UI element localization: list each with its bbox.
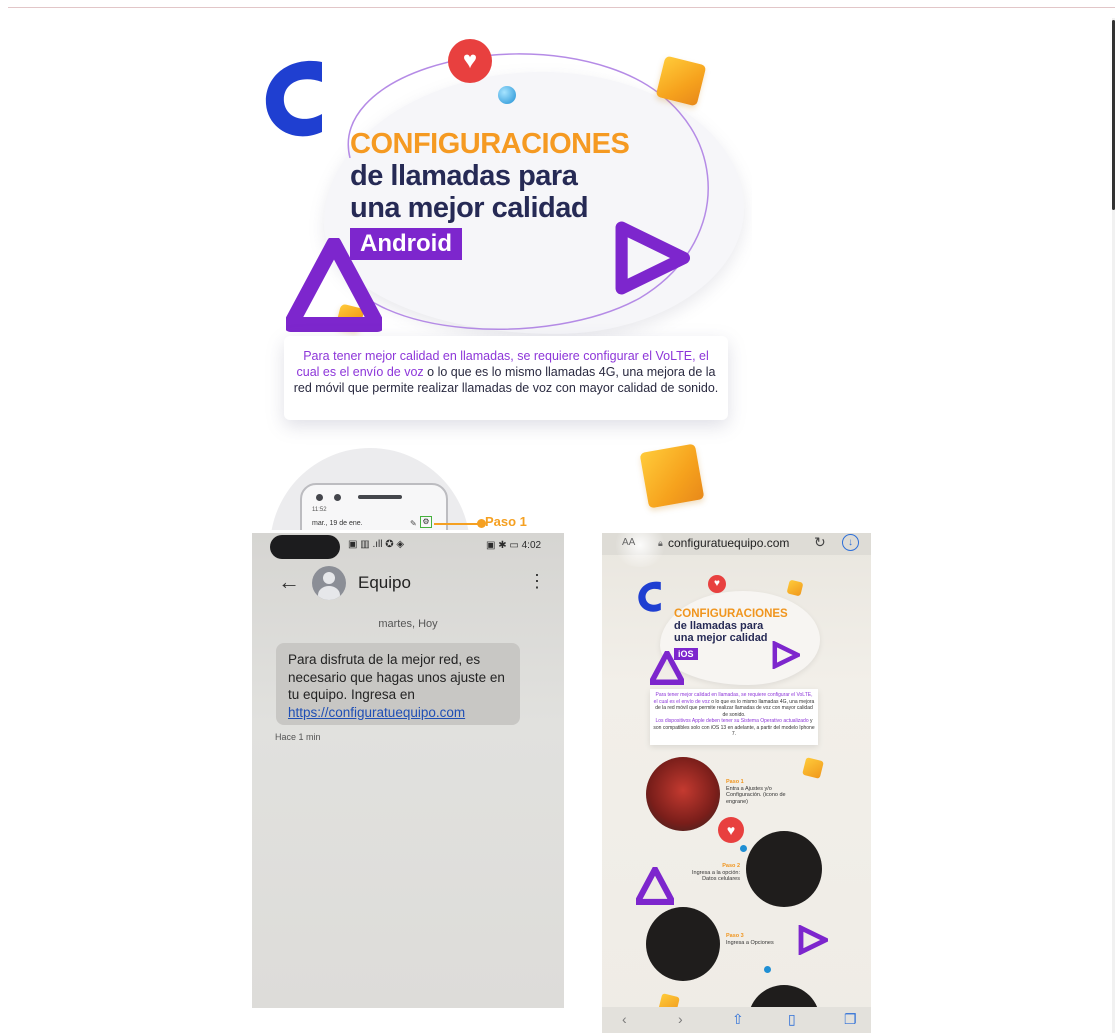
headline-title: CONFIGURACIONES: [674, 608, 788, 620]
infographic-headline: CONFIGURACIONES de llamadas para una mej…: [674, 608, 824, 662]
brand-logo-icon: [638, 581, 661, 612]
safari-toolbar: ‹ › ⇧ ▯ ❐: [602, 1007, 871, 1033]
decorative-triangle: [772, 641, 800, 669]
infographic-headline: CONFIGURACIONES de llamadas para una mej…: [350, 128, 690, 260]
bookmarks-icon: ▯: [788, 1011, 796, 1027]
phone-date: mar., 19 de ene.: [312, 520, 363, 527]
step2-caption: Paso 2 Ingresa a la opción: Datos celula…: [686, 863, 740, 883]
more-vertical-icon: ⋮: [528, 571, 546, 591]
avatar-body: [318, 586, 340, 600]
volte-info-card: Para tener mejor calidad en llamadas, se…: [284, 336, 728, 420]
status-icons-right: ▣ ✱ ▭ 4:02: [486, 540, 542, 551]
avatar-icon: [312, 566, 346, 600]
step3-text: Ingresa a Opciones: [726, 939, 774, 946]
gear-icon: ⚙: [420, 516, 432, 528]
headline-subtitle-1: de llamadas para: [674, 620, 764, 632]
camera-icon: [334, 494, 341, 501]
heart-icon: ♥: [708, 575, 726, 593]
info2-highlight: Los dispositivos Apple deben tener su Si…: [655, 718, 809, 724]
decorative-triangle: [636, 867, 674, 905]
lock-icon: 🔒︎: [658, 538, 663, 548]
step3-screenshot: [646, 907, 720, 981]
back-icon: ‹: [622, 1011, 627, 1027]
back-arrow-icon: ←: [278, 569, 300, 594]
message-time: Hace 1 min: [275, 732, 321, 742]
step3-caption: Paso 3 Ingresa a Opciones: [726, 933, 806, 946]
step1-screenshot: [646, 757, 720, 831]
step-connector: [434, 523, 482, 525]
tabs-icon: ❐: [844, 1011, 857, 1027]
sms-screenshot-image: ▣ ▥ .ıll ✪ ◈ ▣ ✱ ▭ 4:02 ← Equipo ⋮ marte…: [252, 533, 564, 1008]
brand-logo-icon: [265, 60, 322, 137]
step1-text: Entra a Ajustes y/o Configuración. (icon…: [726, 785, 786, 805]
status-icons-left: ▣ ▥ .ıll ✪ ◈: [348, 539, 405, 550]
step-label: Paso 1: [485, 514, 527, 529]
message-link: https://configuratuequipo.com: [288, 704, 466, 720]
step2-screenshot: [746, 831, 822, 907]
url-text: configuratuequipo.com: [668, 536, 790, 550]
phone-illustration: 11:52 mar., 19 de ene. ✎ ⚙: [300, 483, 448, 530]
headline-title: CONFIGURACIONES: [350, 128, 630, 160]
decorative-triangle: [650, 651, 684, 685]
reload-icon: ↻: [814, 534, 826, 550]
step2-text: Ingresa a la opción: Datos celulares: [691, 869, 740, 883]
date-header: martes, Hoy: [378, 618, 438, 630]
contact-name: Equipo: [358, 573, 411, 592]
page: ♥ CONFIGURACIONES de llamadas para una m…: [0, 0, 1115, 1033]
edit-icon: ✎: [410, 519, 417, 528]
decorative-cube: [802, 757, 824, 779]
decorative-sphere: [764, 966, 771, 973]
platform-tag: Android: [350, 228, 462, 260]
headline-subtitle-1: de llamadas para: [350, 160, 578, 192]
step1-caption: Paso 1 Entra a Ajustes y/o Configuración…: [726, 779, 806, 805]
speaker-icon: [358, 495, 402, 499]
heart-icon: ♥: [448, 39, 492, 83]
reader-button: AA: [622, 537, 636, 548]
volte-info-card: Para tener mejor calidad en llamadas, se…: [650, 689, 818, 745]
ios-browser-screenshot-image: AA 🔒︎ configuratuequipo.com ↻ ↓ ♥ ♥ CONF…: [602, 533, 871, 1033]
decorative-cube: [639, 443, 705, 509]
headline-subtitle-2: una mejor calidad: [674, 632, 768, 644]
message-bubble: Para disfruta de la mejor red, es necesa…: [276, 643, 520, 725]
camera-icon: [316, 494, 323, 501]
avatar-head: [323, 572, 335, 584]
camera-notch: [270, 535, 340, 559]
share-icon: ⇧: [732, 1011, 744, 1027]
decorative-sphere: [740, 845, 747, 852]
decorative-sphere: [498, 86, 516, 104]
heart-icon: ♥: [718, 817, 744, 843]
android-infographic-image: ♥ CONFIGURACIONES de llamadas para una m…: [252, 30, 752, 530]
download-icon: ↓: [842, 534, 859, 551]
top-divider: [8, 7, 1115, 8]
message-text: Para disfruta de la mejor red, es necesa…: [288, 652, 505, 702]
headline-subtitle-2: una mejor calidad: [350, 192, 589, 224]
forward-icon: ›: [678, 1011, 683, 1027]
decorative-cube: [786, 579, 804, 597]
phone-time: 11:52: [312, 507, 327, 513]
